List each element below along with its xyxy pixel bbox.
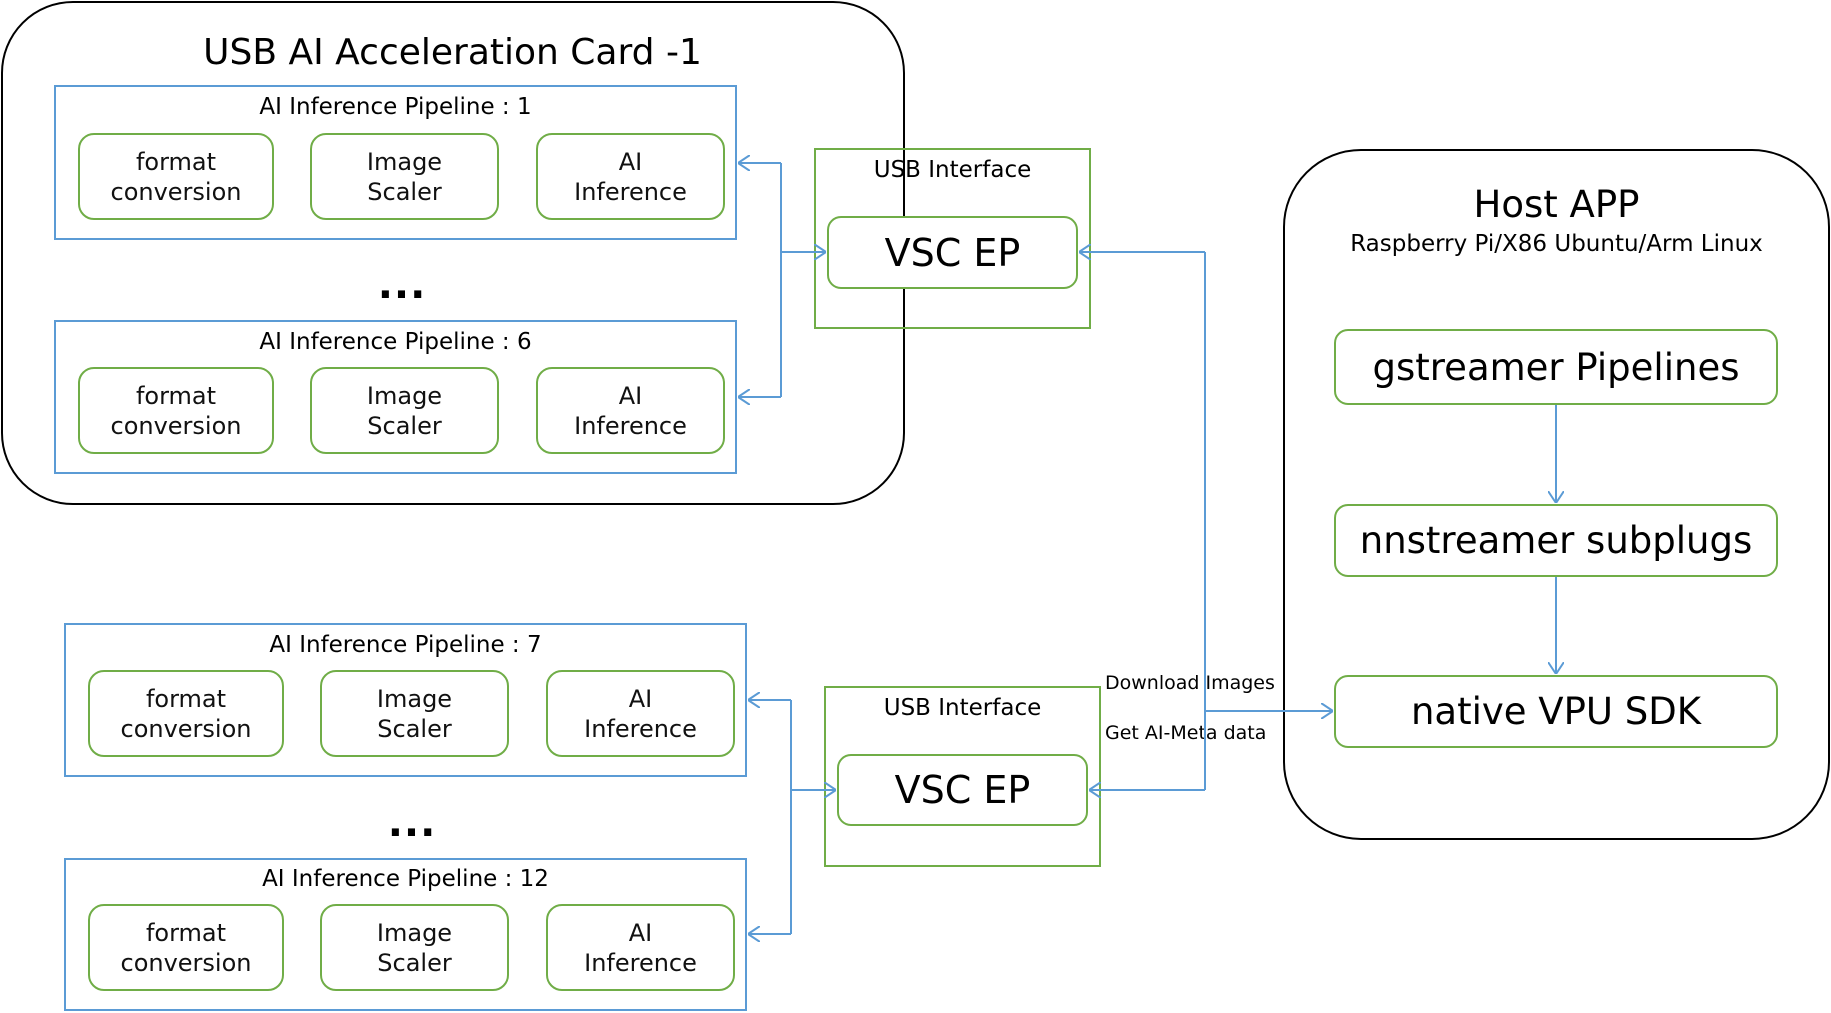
host-app-subtitle: Raspberry Pi/X86 Ubuntu/Arm Linux [1350, 231, 1763, 257]
pipeline-title: AI Inference Pipeline : 12 [262, 866, 549, 892]
usb-interface-title: USB Interface [883, 695, 1042, 721]
format-conversion-step: format conversion [88, 904, 284, 991]
host-app-title: Host APP [1473, 183, 1640, 226]
image-scaler-step: Image Scaler [320, 670, 509, 757]
pipeline-title: AI Inference Pipeline : 7 [269, 632, 542, 658]
image-scaler-step: Image Scaler [310, 133, 499, 220]
format-conversion-step: format conversion [88, 670, 284, 757]
image-scaler-step: Image Scaler [320, 904, 509, 991]
pipeline-title: AI Inference Pipeline : 1 [259, 94, 532, 120]
more-pipelines-ellipsis: ... [387, 800, 437, 846]
card-title: USB AI Acceleration Card -1 [203, 32, 702, 73]
ai-inference-step: AI Inference [546, 904, 735, 991]
gstreamer-pipelines-box: gstreamer Pipelines [1334, 329, 1778, 405]
ai-inference-step: AI Inference [546, 670, 735, 757]
native-vpu-sdk-box: native VPU SDK [1334, 675, 1778, 748]
more-pipelines-ellipsis: ... [377, 262, 427, 308]
ai-inference-step: AI Inference [536, 133, 725, 220]
vsc-endpoint-2: VSC EP [837, 754, 1088, 826]
image-scaler-step: Image Scaler [310, 367, 499, 454]
pipeline-title: AI Inference Pipeline : 6 [259, 329, 532, 355]
usb-interface-title: USB Interface [873, 157, 1032, 183]
download-images-label: Download Images [1105, 672, 1275, 694]
get-ai-meta-label: Get AI-Meta data [1105, 722, 1267, 744]
format-conversion-step: format conversion [78, 133, 274, 220]
ai-inference-step: AI Inference [536, 367, 725, 454]
format-conversion-step: format conversion [78, 367, 274, 454]
vsc-endpoint-1: VSC EP [827, 216, 1078, 289]
nnstreamer-subplugs-box: nnstreamer subplugs [1334, 504, 1778, 577]
